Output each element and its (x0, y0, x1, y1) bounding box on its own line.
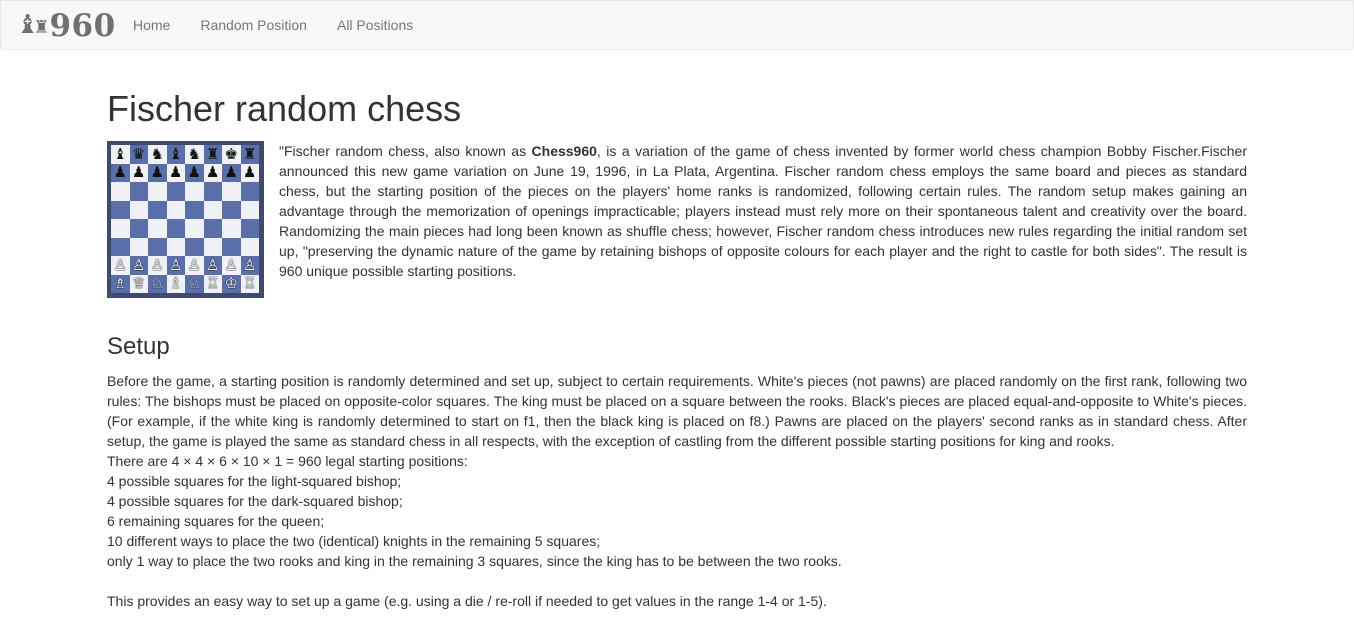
setup-line: 6 remaining squares for the queen; (107, 513, 325, 529)
board-square (185, 182, 204, 201)
setup-paragraph: Before the game, a starting position is … (107, 373, 1247, 449)
board-square (203, 237, 222, 256)
board-square (203, 182, 222, 201)
white-piece-icon: ♙ (222, 256, 241, 275)
white-piece-icon: ♗ (111, 274, 130, 293)
white-piece-icon: ♔ (222, 274, 241, 293)
board-square (129, 219, 148, 238)
white-piece-icon: ♘ (185, 274, 204, 293)
white-piece-icon: ♖ (240, 274, 259, 293)
setup-line: only 1 way to place the two rooks and ki… (107, 553, 842, 569)
board-square (240, 182, 259, 201)
white-piece-icon: ♙ (111, 256, 130, 275)
board-square (166, 200, 185, 219)
white-piece-icon: ♙ (185, 256, 204, 275)
intro-section: ♝ ♛ ♞ ♝ ♞ ♜ ♚ ♜ ♟ ♟ ♟ ♟ ♟ ♟ ♟ ♟ ♙ ♙ ♙ ♙ ♙ ♙ ♙ ♙ ♗ ♕ ♘ ♗ ♘ ♖ ♔ ♖ "Fische… (107, 141, 1247, 298)
black-piece-icon: ♞ (148, 145, 167, 164)
intro-paragraph: "Fischer random chess, also known as Che… (279, 143, 1247, 279)
navbar: ♝♜ 960 Home Random Position All Position… (0, 0, 1354, 50)
black-piece-icon: ♜ (203, 145, 222, 164)
black-piece-icon: ♟ (222, 163, 241, 182)
board-square (185, 219, 204, 238)
board-square (129, 237, 148, 256)
white-piece-icon: ♙ (129, 256, 148, 275)
board-square (222, 200, 241, 219)
white-piece-icon: ♙ (166, 256, 185, 275)
black-piece-icon: ♟ (203, 163, 222, 182)
white-piece-icon: ♙ (240, 256, 259, 275)
setup-section: Before the game, a starting position is … (107, 371, 1247, 611)
board-square (222, 182, 241, 201)
black-piece-icon: ♞ (185, 145, 204, 164)
nav-all-positions-link[interactable]: All Positions (322, 1, 428, 49)
board-square (166, 182, 185, 201)
setup-line: 4 possible squares for the dark-squared … (107, 493, 403, 509)
nav-home-link[interactable]: Home (118, 1, 185, 49)
board-square (148, 219, 167, 238)
black-piece-icon: ♛ (129, 145, 148, 164)
board-square (222, 219, 241, 238)
white-piece-icon: ♘ (148, 274, 167, 293)
setup-line: 4 possible squares for the light-squared… (107, 473, 402, 489)
board-square (240, 237, 259, 256)
nav-random-position-link[interactable]: Random Position (185, 1, 322, 49)
chess960-bold: Chess960 (531, 143, 597, 159)
board-square (111, 237, 130, 256)
brand-logo-link[interactable]: ♝♜ 960 (16, 8, 116, 44)
board-square (185, 237, 204, 256)
white-piece-icon: ♗ (166, 274, 185, 293)
nav-links: Home Random Position All Positions (118, 1, 428, 49)
board-square (129, 182, 148, 201)
white-piece-icon: ♙ (203, 256, 222, 275)
board-square (203, 200, 222, 219)
black-piece-icon: ♟ (240, 163, 259, 182)
black-piece-icon: ♟ (129, 163, 148, 182)
board-square (203, 219, 222, 238)
black-piece-icon: ♟ (166, 163, 185, 182)
board-square (185, 200, 204, 219)
board-square (148, 237, 167, 256)
board-square (240, 219, 259, 238)
white-piece-icon: ♙ (148, 256, 167, 275)
setup-closing: This provides an easy way to set up a ga… (107, 593, 827, 609)
main-content: Fischer random chess ♝ ♛ ♞ ♝ ♞ ♜ ♚ ♜ ♟ ♟ ♟ ♟ ♟ ♟ ♟ ♟ ♙ ♙ ♙… (107, 64, 1247, 611)
chess-board-image: ♝ ♛ ♞ ♝ ♞ ♜ ♚ ♜ ♟ ♟ ♟ ♟ ♟ ♟ ♟ ♟ ♙ ♙ ♙ ♙ ♙ ♙ ♙ ♙ ♗ ♕ ♘ ♗ ♘ ♖ ♔ ♖ (107, 141, 264, 298)
board-square (111, 200, 130, 219)
black-piece-icon: ♜ (240, 145, 259, 164)
setup-heading: Setup (107, 333, 170, 360)
board-square (222, 237, 241, 256)
black-piece-icon: ♝ (111, 145, 130, 164)
white-piece-icon: ♕ (129, 274, 148, 293)
black-piece-icon: ♟ (185, 163, 204, 182)
setup-line: 10 different ways to place the two (iden… (107, 533, 601, 549)
board-square (166, 237, 185, 256)
chess-pieces-icon: ♝♜ (16, 9, 50, 40)
black-piece-icon: ♚ (222, 145, 241, 164)
brand-text: 960 (49, 8, 116, 44)
board-square (129, 200, 148, 219)
chess-board-grid: ♝ ♛ ♞ ♝ ♞ ♜ ♚ ♜ ♟ ♟ ♟ ♟ ♟ ♟ ♟ ♟ ♙ ♙ ♙ ♙ ♙ ♙ ♙ ♙ ♗ ♕ ♘ ♗ ♘ ♖ ♔ ♖ (111, 145, 259, 293)
black-piece-icon: ♝ (166, 145, 185, 164)
board-square (166, 219, 185, 238)
board-square (148, 200, 167, 219)
board-square (148, 182, 167, 201)
white-piece-icon: ♖ (203, 274, 222, 293)
board-square (111, 182, 130, 201)
black-piece-icon: ♟ (148, 163, 167, 182)
black-piece-icon: ♟ (111, 163, 130, 182)
setup-line: There are 4 × 4 × 6 × 10 × 1 = 960 legal… (107, 453, 468, 469)
page-title: Fischer random chess (107, 88, 462, 129)
board-square (111, 219, 130, 238)
board-square (240, 200, 259, 219)
